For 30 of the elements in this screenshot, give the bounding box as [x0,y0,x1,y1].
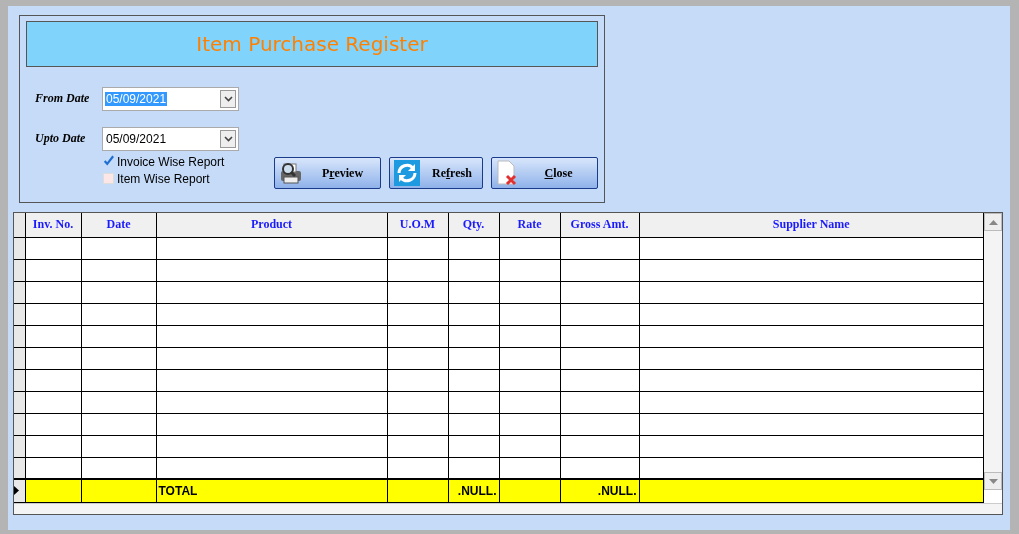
column-header: Gross Amt. [560,213,639,237]
document-delete-icon [496,160,518,186]
date-dropdown[interactable]: 05/09/2021 [102,126,239,151]
checkbox[interactable]: Invoice Wise Report [103,153,251,170]
refresh-icon [394,160,420,186]
down-arrow-icon [988,478,998,484]
checkbox[interactable]: Item Wise Report [103,170,251,187]
column-header: Rate [499,213,560,237]
column-header: Product [156,213,387,237]
printer-icon [279,161,303,185]
column-header: Supplier Name [639,213,984,237]
scroll-down-button[interactable] [984,472,1002,490]
vertical-scrollbar[interactable] [984,213,1002,490]
total-cell: .NULL. [560,479,639,502]
preview-button[interactable]: Preview [274,157,381,189]
total-cell: TOTAL [156,479,387,502]
column-header: U.O.M [387,213,448,237]
refresh-button[interactable]: Refresh [389,157,483,189]
column-header: Date [81,213,156,237]
field-label: From Date [35,91,91,106]
checkmark-icon [103,154,114,167]
column-header: Qty. [448,213,499,237]
up-arrow-icon [988,219,998,225]
horizontal-scrollbar[interactable] [14,502,1002,514]
field-label: Upto Date [35,131,87,146]
scroll-up-button[interactable] [984,213,1002,231]
window-title: Item Purchase Register [196,32,428,56]
total-cell: .NULL. [448,479,499,502]
column-header: Inv. No. [25,213,81,237]
close-button[interactable]: Close [491,157,598,189]
